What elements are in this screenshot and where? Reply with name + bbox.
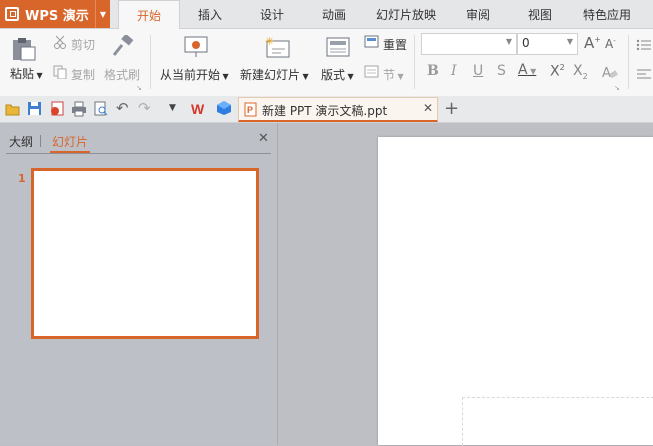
- document-tab[interactable]: P 新建 PPT 演示文稿.ppt ✕: [238, 97, 438, 122]
- separator: [40, 135, 41, 147]
- tab-insert[interactable]: 插入: [182, 0, 238, 28]
- font-color-icon[interactable]: A ▼: [518, 62, 536, 78]
- tab-outline[interactable]: 大纲: [9, 133, 33, 150]
- close-icon[interactable]: ✕: [258, 131, 269, 146]
- font-size-value: 0: [522, 36, 530, 50]
- tab-home[interactable]: 开始: [118, 0, 180, 30]
- slide-number: 1: [18, 172, 26, 185]
- separator: [414, 35, 415, 89]
- separator: [628, 35, 629, 89]
- placeholder-box[interactable]: [462, 397, 653, 446]
- dialog-launcher-icon[interactable]: ↘: [614, 84, 620, 92]
- logo-icon: [5, 7, 19, 21]
- tab-animation[interactable]: 动画: [306, 0, 362, 28]
- app-name: WPS 演示: [25, 8, 89, 24]
- tab-view[interactable]: 视图: [512, 0, 568, 28]
- svg-text:A: A: [602, 66, 611, 80]
- svg-text:P: P: [247, 105, 253, 115]
- document-tab-title: 新建 PPT 演示文稿.ppt: [262, 104, 388, 118]
- chevron-down-icon: ▼: [566, 37, 573, 46]
- italic-icon[interactable]: I: [451, 63, 457, 79]
- align-left-icon[interactable]: [636, 67, 652, 81]
- reset-button[interactable]: 重置: [383, 36, 407, 53]
- print-preview-icon[interactable]: [93, 101, 109, 117]
- font-size-select[interactable]: 0 ▼: [517, 33, 578, 55]
- reset-icon[interactable]: [364, 35, 380, 49]
- wps-icon[interactable]: W: [191, 101, 207, 117]
- clear-format-icon[interactable]: A: [601, 64, 619, 80]
- ppt-icon: P: [244, 102, 258, 117]
- save-icon[interactable]: [27, 101, 43, 117]
- new-slide-button[interactable]: 新建幻灯片 ▼: [240, 66, 309, 83]
- slide-thumbnail[interactable]: [31, 168, 259, 339]
- slideshow-icon[interactable]: [183, 35, 211, 59]
- svg-text:W: W: [191, 101, 205, 117]
- superscript-icon[interactable]: X2: [550, 63, 565, 80]
- export-pdf-icon[interactable]: [49, 101, 65, 117]
- format-painter-button[interactable]: 格式刷: [104, 66, 140, 83]
- paste-button[interactable]: 粘贴 ▼: [10, 65, 43, 82]
- copy-icon[interactable]: [53, 65, 67, 79]
- menu-tab-bar: WPS 演示 ▼ 开始 插入 设计 动画 幻灯片放映 审阅 视图 特色应用: [0, 0, 653, 30]
- underline-icon[interactable]: U: [473, 63, 483, 79]
- svg-text:✳: ✳: [265, 35, 274, 48]
- close-icon[interactable]: ✕: [423, 101, 433, 115]
- grow-font-icon[interactable]: A+: [584, 34, 601, 52]
- bullets-icon[interactable]: [636, 38, 652, 52]
- tab-slideshow[interactable]: 幻灯片放映: [368, 0, 444, 28]
- cut-button[interactable]: 剪切: [71, 36, 95, 53]
- tab-features[interactable]: 特色应用: [574, 0, 640, 28]
- open-icon[interactable]: [5, 102, 21, 116]
- undo-icon[interactable]: ↶: [116, 99, 129, 117]
- ribbon: 粘贴 ▼ 剪切 复制 格式刷 ↘ 从当前开始 ▼ ✳ 新建幻灯片 ▼ 版式 ▼ …: [0, 29, 653, 97]
- tab-slides[interactable]: 幻灯片: [52, 133, 88, 150]
- tab-design[interactable]: 设计: [244, 0, 300, 28]
- print-icon[interactable]: [71, 101, 87, 117]
- section-icon[interactable]: [364, 65, 380, 79]
- app-menu-button[interactable]: WPS 演示 ▼: [0, 0, 110, 28]
- dialog-launcher-icon[interactable]: ↘: [136, 84, 142, 92]
- font-name-select[interactable]: ▼: [421, 33, 517, 55]
- redo-icon[interactable]: ↷: [138, 99, 151, 117]
- shrink-font-icon[interactable]: A-: [605, 37, 616, 51]
- strikethrough-icon[interactable]: S: [497, 63, 506, 79]
- slide-canvas[interactable]: [378, 137, 653, 446]
- chevron-down-icon: ▼: [505, 37, 512, 46]
- subscript-icon[interactable]: X2: [573, 63, 588, 81]
- paste-icon[interactable]: [10, 37, 36, 61]
- cut-icon[interactable]: [53, 35, 67, 49]
- start-from-current-button[interactable]: 从当前开始 ▼: [160, 66, 229, 83]
- format-painter-icon[interactable]: [110, 35, 136, 59]
- layout-icon[interactable]: [325, 35, 351, 59]
- copy-button[interactable]: 复制: [71, 66, 95, 83]
- cloud-icon[interactable]: [216, 100, 232, 116]
- bold-icon[interactable]: B: [427, 63, 439, 79]
- layout-button[interactable]: 版式 ▼: [321, 66, 354, 83]
- divider: [6, 153, 271, 154]
- separator: [150, 35, 151, 89]
- tab-review[interactable]: 审阅: [450, 0, 506, 28]
- customize-icon[interactable]: ▼: [169, 103, 176, 113]
- section-button[interactable]: 节 ▼: [383, 66, 404, 83]
- chevron-down-icon[interactable]: ▼: [95, 0, 110, 28]
- new-tab-icon[interactable]: +: [444, 98, 459, 119]
- new-slide-icon[interactable]: ✳: [263, 35, 291, 59]
